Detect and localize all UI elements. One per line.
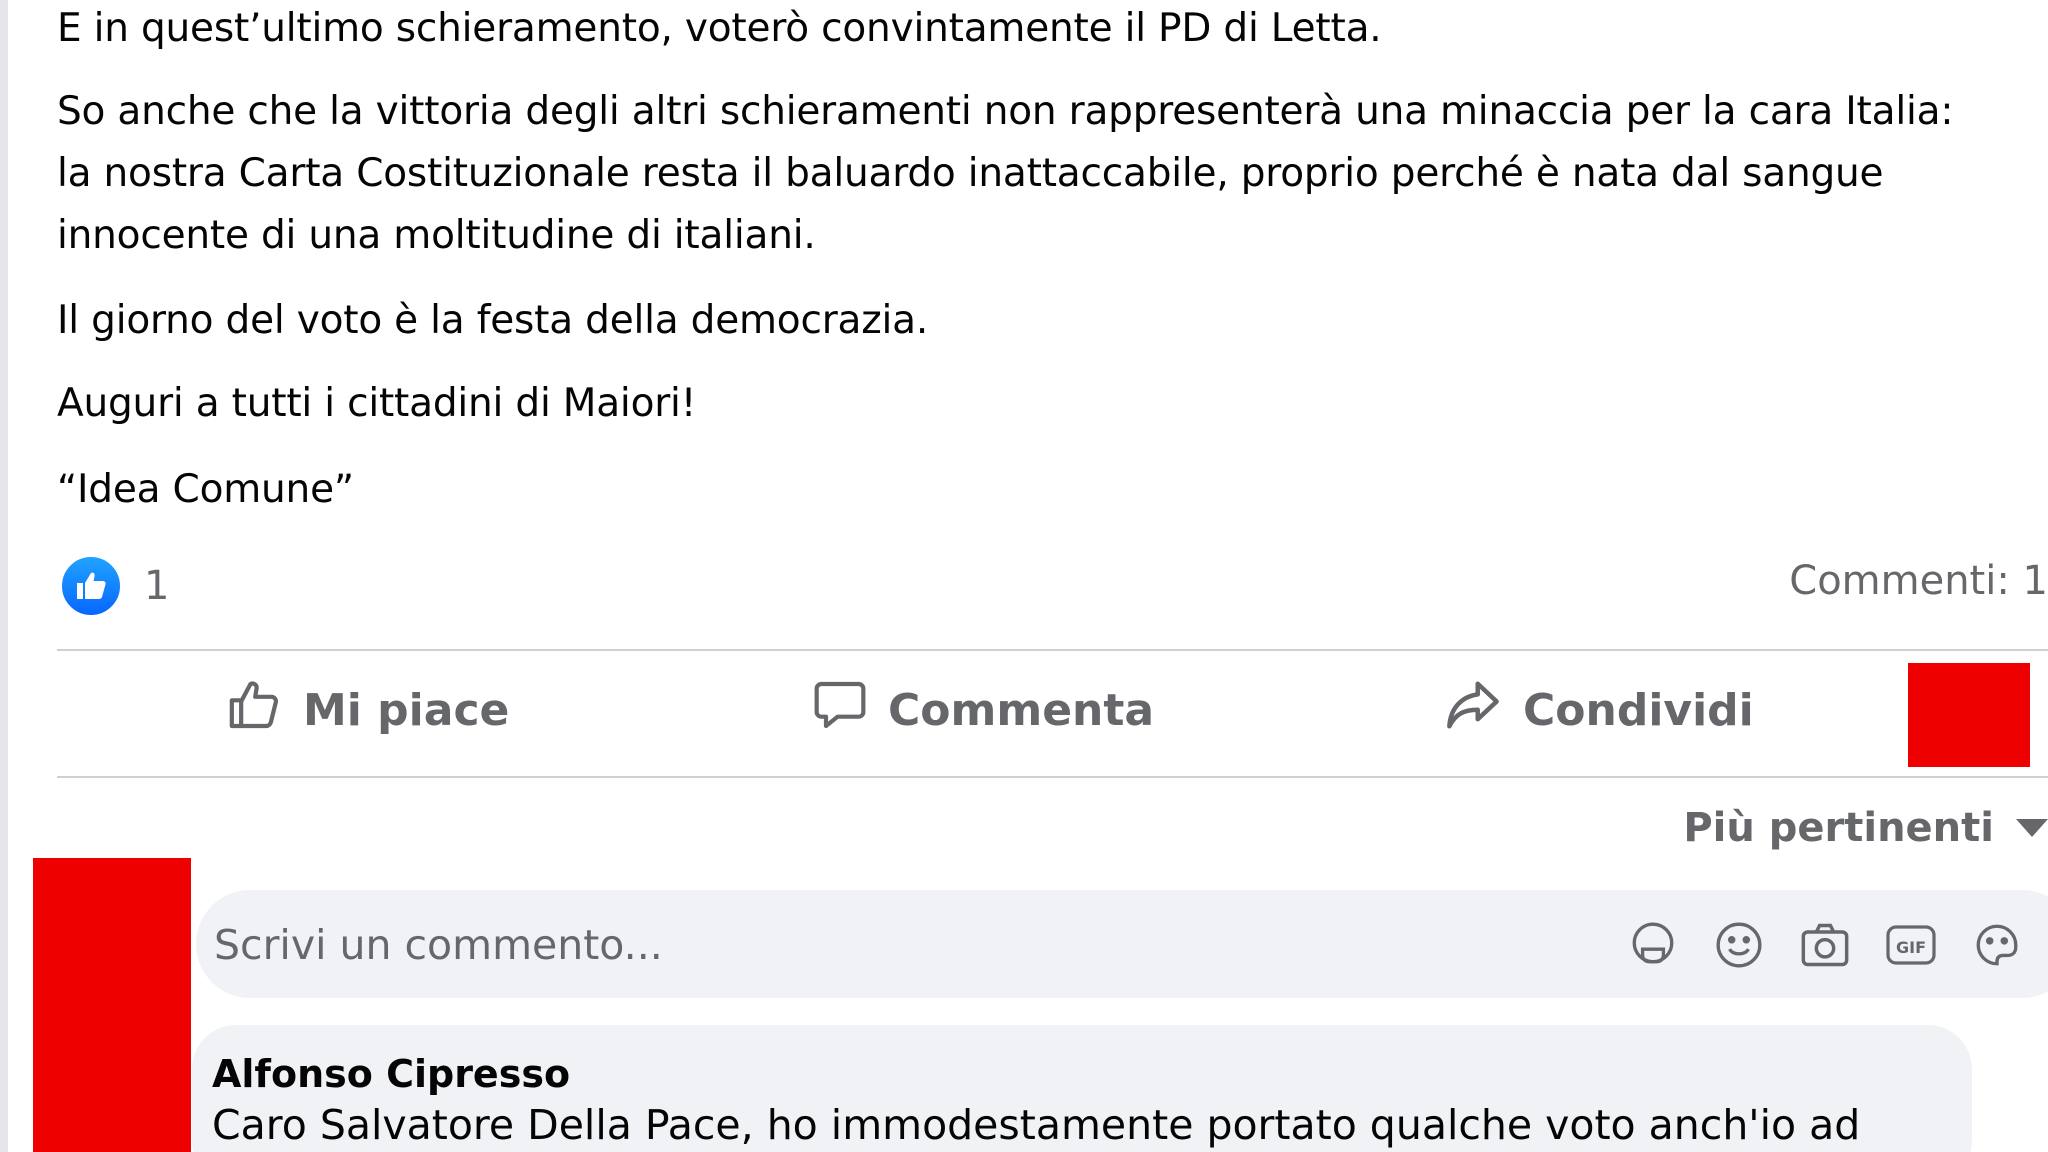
comment-button-label: Commenta: [888, 684, 1155, 736]
share-button-label: Condividi: [1523, 684, 1754, 736]
post-paragraph-2-line-3: innocente di una moltitudine di italiani…: [57, 213, 816, 258]
actions-bottom-divider: [57, 776, 2048, 778]
post-paragraph-1-text: E in quest’ultimo schieramento,: [57, 6, 685, 51]
emoji-icon[interactable]: [1712, 918, 1766, 972]
post-paragraph-2-line-1: So anche che la vittoria degli altri sch…: [57, 89, 1954, 134]
reaction-summary[interactable]: 1: [60, 555, 169, 617]
post-paragraph-4: Auguri a tutti i cittadini di Maiori!: [57, 381, 697, 426]
comment-input[interactable]: [212, 890, 1516, 1000]
comment-button[interactable]: Commenta: [812, 660, 1154, 760]
comment-sort-label: Più pertinenti: [1683, 805, 1994, 851]
caret-down-icon: [2016, 819, 2048, 837]
comment-composer[interactable]: GIF: [196, 890, 2048, 1000]
camera-icon[interactable]: [1798, 918, 1852, 972]
like-button-label: Mi piace: [303, 684, 510, 736]
actions-top-divider: [57, 649, 2048, 651]
share-button[interactable]: Condividi: [1443, 660, 1754, 760]
post-paragraph-1: E in quest’ultimo schieramento, voterò c…: [57, 0, 1390, 62]
comment-author-name[interactable]: Alfonso Cipresso: [212, 1052, 570, 1096]
post-paragraph-3: Il giorno del voto è la festa della demo…: [57, 298, 929, 343]
avatar-sticker-icon[interactable]: [1626, 918, 1680, 972]
highlighted-signature: “Idea Comune”: [57, 459, 362, 523]
redacted-avatars: [33, 858, 191, 1152]
comment-text: Caro Salvatore Della Pace, ho immodestam…: [212, 1101, 1861, 1149]
comments-count-link[interactable]: Commenti: 1: [1789, 558, 2048, 604]
svg-text:GIF: GIF: [1896, 938, 1926, 957]
thumbs-up-icon: [60, 555, 122, 617]
highlighted-phrase-letta: voterò convintamente il PD di Letta.: [685, 0, 1390, 62]
redacted-audience-selector[interactable]: [1908, 663, 2030, 767]
post-left-border: [0, 0, 8, 1152]
like-button[interactable]: Mi piace: [225, 660, 509, 760]
thumbs-up-outline-icon: [225, 677, 303, 744]
like-count: 1: [144, 563, 170, 609]
speech-bubble-icon: [812, 677, 888, 744]
sticker-icon[interactable]: [1970, 918, 2024, 972]
comment-sort-dropdown[interactable]: Più pertinenti: [1683, 805, 2048, 851]
share-arrow-icon: [1443, 679, 1523, 742]
post-paragraph-2-line-2: la nostra Carta Costituzionale resta il …: [57, 151, 1884, 196]
post-signature: “Idea Comune”: [57, 459, 362, 523]
gif-icon[interactable]: GIF: [1884, 918, 1938, 972]
